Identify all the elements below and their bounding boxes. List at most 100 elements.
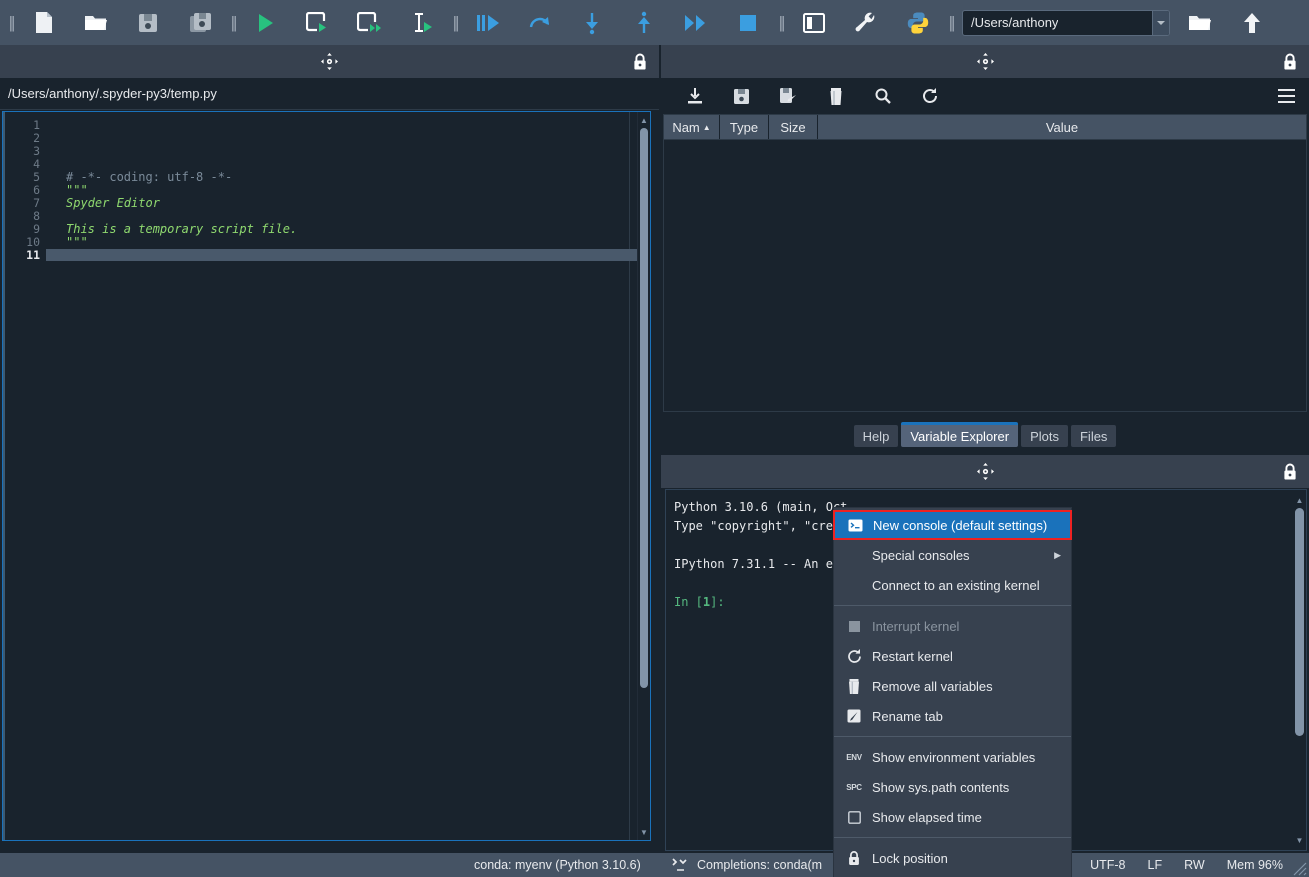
chevron-down-icon[interactable] bbox=[1152, 10, 1169, 35]
menu-item-rename-tab[interactable]: Rename tab bbox=[834, 701, 1071, 731]
scroll-up-icon[interactable]: ▲ bbox=[638, 112, 650, 128]
step-into-button[interactable] bbox=[566, 0, 618, 45]
toolbar-separator-4 bbox=[774, 0, 788, 45]
parent-directory-button[interactable] bbox=[1226, 0, 1278, 45]
scroll-down-icon[interactable]: ▼ bbox=[638, 824, 650, 840]
run-file-button[interactable] bbox=[240, 0, 292, 45]
lock-icon[interactable] bbox=[1283, 463, 1297, 480]
lock-icon[interactable] bbox=[1283, 53, 1297, 70]
remove-all-variables-button[interactable] bbox=[812, 78, 859, 114]
stop-icon bbox=[739, 14, 757, 32]
current-line-highlight bbox=[46, 249, 637, 261]
variable-column-header[interactable]: Size bbox=[769, 115, 818, 139]
continue-button[interactable] bbox=[670, 0, 722, 45]
variable-table-body[interactable] bbox=[663, 140, 1307, 412]
menu-item-special-consoles[interactable]: Special consoles ▶ bbox=[834, 540, 1071, 570]
variable-explorer-toolbar bbox=[661, 78, 1309, 114]
python-path-manager-button[interactable] bbox=[892, 0, 944, 45]
step-into-icon bbox=[582, 11, 602, 35]
menu-item-new-console-default-settings[interactable]: New console (default settings) bbox=[833, 510, 1072, 540]
console-scrollbar[interactable]: ▲ ▼ bbox=[1293, 490, 1306, 850]
eol-status[interactable]: LF bbox=[1148, 858, 1163, 872]
permissions-status[interactable]: RW bbox=[1184, 858, 1205, 872]
scroll-down-icon[interactable]: ▼ bbox=[1293, 832, 1306, 848]
scroll-up-icon[interactable]: ▲ bbox=[1293, 492, 1306, 508]
tab-files[interactable]: Files bbox=[1070, 425, 1117, 447]
menu-item-label: Special consoles bbox=[872, 547, 970, 563]
step-over-button[interactable] bbox=[514, 0, 566, 45]
rename-icon bbox=[846, 708, 862, 724]
console-pane-header[interactable] bbox=[661, 455, 1309, 488]
prompt-suffix: ]: bbox=[710, 595, 725, 609]
refresh-button[interactable] bbox=[906, 78, 953, 114]
editor-pane-header[interactable] bbox=[0, 45, 659, 78]
tab-plots[interactable]: Plots bbox=[1021, 425, 1068, 447]
variable-column-header[interactable]: Type bbox=[720, 115, 769, 139]
menu-item-connect-to-an-existing-kernel[interactable]: Connect to an existing kernel bbox=[834, 570, 1071, 600]
save-data-as-button[interactable] bbox=[765, 78, 812, 114]
editor-scrollbar-thumb[interactable] bbox=[640, 128, 648, 688]
menu-item-lock-position[interactable]: Lock position bbox=[834, 843, 1071, 873]
new-file-button[interactable] bbox=[18, 0, 70, 45]
editor-scrollbar[interactable]: ▲ ▼ bbox=[637, 112, 650, 840]
square-icon bbox=[846, 618, 862, 634]
debug-file-button[interactable] bbox=[462, 0, 514, 45]
completions-status[interactable]: Completions: conda(m bbox=[672, 858, 822, 872]
variable-column-header[interactable]: Nam ▲ bbox=[664, 115, 720, 139]
move-icon[interactable] bbox=[976, 463, 994, 480]
step-return-button[interactable] bbox=[618, 0, 670, 45]
save-data-button[interactable] bbox=[718, 78, 765, 114]
status-right-group: UTF-8 LF RW Mem 96% bbox=[1090, 858, 1283, 872]
memory-status[interactable]: Mem 96% bbox=[1227, 858, 1283, 872]
submenu-arrow-icon: ▶ bbox=[1054, 549, 1061, 560]
variable-column-header[interactable]: Value bbox=[818, 115, 1306, 139]
menu-item-show-elapsed-time[interactable]: Show elapsed time bbox=[834, 802, 1071, 832]
trash-icon bbox=[846, 678, 862, 694]
browse-working-directory-button[interactable] bbox=[1174, 0, 1226, 45]
continue-icon bbox=[684, 13, 708, 33]
tab-help[interactable]: Help bbox=[853, 425, 899, 447]
encoding-status[interactable]: UTF-8 bbox=[1090, 858, 1125, 872]
console-context-menu: New console (default settings) Special co… bbox=[833, 507, 1072, 877]
maximize-pane-button[interactable] bbox=[788, 0, 840, 45]
interpreter-label: conda: myenv (Python 3.10.6) bbox=[474, 858, 641, 872]
variable-explorer-pane: Nam ▲ Type Size Value Help Variable Explorer P… bbox=[661, 45, 1309, 449]
code-line: # -*- coding: utf-8 -*- bbox=[66, 170, 233, 184]
menu-item-show-sys-path-contents[interactable]: SPC Show sys.path contents bbox=[834, 772, 1071, 802]
code-text[interactable]: # -*- coding: utf-8 -*- """ Spyder Editor … bbox=[46, 112, 637, 840]
tab-variable-explorer[interactable]: Variable Explorer bbox=[901, 422, 1019, 447]
code-editor-area[interactable]: 1 2 3 4 5 6 7 8 9 10 11 # -*- coding: utf-8 -*- """… bbox=[2, 111, 651, 841]
resize-grip-icon[interactable] bbox=[1293, 862, 1307, 876]
save-all-button[interactable] bbox=[174, 0, 226, 45]
checkbox-icon bbox=[846, 809, 862, 825]
lock-icon[interactable] bbox=[633, 53, 647, 70]
stop-debug-button[interactable] bbox=[722, 0, 774, 45]
menu-item-undock[interactable]: Undock bbox=[834, 873, 1071, 877]
menu-item-remove-all-variables[interactable]: Remove all variables bbox=[834, 671, 1071, 701]
editor-pane: /Users/anthony/.spyder-py3/temp.py ✕ tem… bbox=[0, 45, 660, 853]
search-button[interactable] bbox=[859, 78, 906, 114]
run-cell-advance-button[interactable] bbox=[344, 0, 396, 45]
preferences-button[interactable] bbox=[840, 0, 892, 45]
working-directory-combo[interactable]: /Users/anthony bbox=[962, 9, 1170, 36]
run-selection-button[interactable] bbox=[396, 0, 448, 45]
import-data-button[interactable] bbox=[671, 78, 718, 114]
save-file-button[interactable] bbox=[122, 0, 174, 45]
toolbar-separator-1 bbox=[4, 0, 18, 45]
hamburger-menu-icon[interactable] bbox=[1278, 89, 1295, 103]
menu-separator bbox=[834, 837, 1071, 838]
menu-item-show-environment-variables[interactable]: ENV Show environment variables bbox=[834, 742, 1071, 772]
interpreter-status[interactable]: conda: myenv (Python 3.10.6) bbox=[474, 858, 641, 872]
menu-item-restart-kernel[interactable]: Restart kernel bbox=[834, 641, 1071, 671]
column-label: Size bbox=[780, 119, 806, 135]
working-directory-value: /Users/anthony bbox=[971, 15, 1059, 30]
run-cell-button[interactable] bbox=[292, 0, 344, 45]
move-icon[interactable] bbox=[976, 53, 994, 70]
variable-explorer-pane-header[interactable] bbox=[661, 45, 1309, 78]
console-scrollbar-thumb[interactable] bbox=[1295, 508, 1304, 736]
open-file-button[interactable] bbox=[70, 0, 122, 45]
status-bar: conda: myenv (Python 3.10.6) Completions… bbox=[0, 853, 1309, 877]
code-line: Spyder Editor bbox=[66, 196, 160, 210]
move-icon[interactable] bbox=[321, 53, 338, 70]
